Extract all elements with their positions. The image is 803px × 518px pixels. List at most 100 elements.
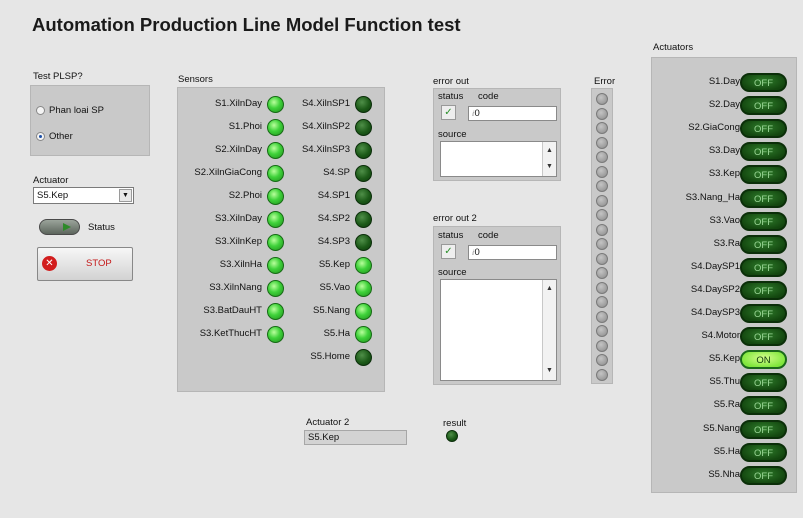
actuator-toggle-s4-daysp1[interactable]: OFF: [740, 257, 787, 277]
actuator-row-s3-nang-ha: S3.Nang_Ha OFF: [652, 188, 800, 209]
error-led: [596, 165, 608, 178]
actuator-label-s3-day: S3.Day: [708, 145, 740, 157]
error-led: [596, 325, 608, 337]
error-led: [596, 93, 608, 105]
status-check-icon: ✓: [441, 244, 456, 259]
sensor-label-s5-vao: S5.Vao: [319, 282, 350, 293]
status-toggle[interactable]: [39, 219, 80, 235]
error-out-2-status-label: status: [438, 230, 464, 241]
stop-button[interactable]: ✕ STOP: [37, 247, 133, 281]
error-out-source-scrollbar[interactable]: ▲ ▼: [542, 142, 556, 176]
sensor-led-s3-xilnday: [267, 211, 284, 228]
chevron-down-icon[interactable]: ▼: [119, 189, 132, 202]
actuator-row-s1-day: S1.Day OFF: [652, 73, 800, 93]
sensor-led-s1-phoi: [267, 119, 284, 136]
actuator-row-s4-motor: S4.Motor OFF: [652, 327, 800, 347]
error-out-source-label: source: [438, 129, 467, 140]
error-out-2-code-field[interactable]: ⅈ0: [468, 245, 557, 260]
actuator-toggle-s5-ha[interactable]: OFF: [740, 442, 787, 462]
scroll-down-icon[interactable]: ▼: [546, 160, 553, 174]
actuator-label-s3-kep: S3.Kep: [708, 168, 740, 180]
actuator-label-s2-day: S2.Day: [708, 99, 740, 111]
actuator-label-s3-nang-ha: S3.Nang_Ha: [685, 191, 740, 203]
sensor-label-s3-batdauht: S3.BatDauHT: [203, 305, 262, 316]
sensor-led-s5-ha: [355, 326, 372, 343]
sensor-label-s3-xilnha: S3.XilnHa: [219, 259, 262, 270]
sensor-led-s5-kep: [355, 257, 372, 274]
actuator-toggle-s3-nang-ha[interactable]: OFF: [740, 188, 787, 208]
radio-circle-selected-icon[interactable]: [36, 132, 45, 141]
actuator-row-s3-ra: S3.Ra OFF: [652, 234, 800, 255]
sensor-label-s2-xilnday: S2.XilnDay: [215, 144, 262, 155]
error-out-code-field[interactable]: ⅈ0: [468, 106, 557, 121]
actuator-toggle-s3-day[interactable]: OFF: [740, 142, 787, 162]
sensor-led-s4-sp3: [355, 234, 372, 251]
error-led: [596, 296, 608, 308]
result-led: [446, 430, 458, 442]
test-plsp-label: Test PLSP?: [33, 71, 83, 82]
actuator-row-s5-nang: S5.Nang OFF: [652, 419, 800, 440]
actuator-toggle-s2-giacong[interactable]: OFF: [740, 119, 787, 139]
sensor-led-s4-xilnsp3: [355, 142, 372, 159]
actuator-toggle-s3-ra[interactable]: OFF: [740, 234, 787, 254]
error-out-2-source-label: source: [438, 267, 467, 278]
actuator-row-s4-daysp1: S4.DaySP1 OFF: [652, 257, 800, 278]
error-led: [596, 354, 608, 366]
play-icon: [63, 223, 71, 231]
error-out-source-field[interactable]: ▲ ▼: [440, 141, 557, 177]
actuator-select-value: S5.Kep: [37, 190, 69, 201]
actuator-toggle-s3-vao[interactable]: OFF: [740, 211, 787, 231]
sensor-led-s3-ketthucht: [267, 326, 284, 343]
actuator-toggle-s3-kep[interactable]: OFF: [740, 165, 787, 185]
actuator-toggle-s2-day[interactable]: OFF: [740, 96, 787, 116]
actuator-row-s2-giacong: S2.GiaCong OFF: [652, 119, 800, 139]
error-out-2-source-scrollbar[interactable]: ▲ ▼: [542, 280, 556, 380]
actuator-row-s5-thu: S5.Thu OFF: [652, 373, 800, 393]
sensor-label-s5-home: S5.Home: [310, 351, 350, 362]
test-plsp-radio-group: Phan loai SP Other: [30, 85, 150, 156]
actuator-row-s5-ha: S5.Ha OFF: [652, 442, 800, 463]
actuator-toggle-s5-nang[interactable]: OFF: [740, 419, 787, 439]
actuator-toggle-s5-ra[interactable]: OFF: [740, 396, 787, 416]
actuator-toggle-s4-daysp2[interactable]: OFF: [740, 280, 787, 300]
actuator-label-s2-giacong: S2.GiaCong: [688, 122, 740, 134]
error-led: [596, 107, 608, 120]
stop-button-label: STOP: [86, 258, 112, 269]
sensor-led-s4-sp1: [355, 188, 372, 205]
sensor-label-s4-sp: S4.SP: [323, 167, 350, 178]
actuator-row-s5-nha: S5.Nha OFF: [652, 465, 800, 486]
error-out-2-cluster: status code ✓ ⅈ0 source ▲ ▼: [433, 226, 561, 385]
error-out-2-source-field[interactable]: ▲ ▼: [440, 279, 557, 381]
error-out-2-label: error out 2: [433, 213, 477, 224]
sensor-led-s5-vao: [355, 280, 372, 297]
status-check-icon: ✓: [441, 105, 456, 120]
actuator-2-value: S5.Kep: [308, 432, 340, 443]
scroll-up-icon[interactable]: ▲: [546, 282, 553, 296]
actuator-toggle-s5-kep[interactable]: ON: [740, 350, 787, 370]
actuator-toggle-s1-day[interactable]: OFF: [740, 73, 787, 92]
actuator-label-s5-nang: S5.Nang: [703, 422, 740, 434]
error-led: [596, 339, 608, 352]
sensors-label: Sensors: [178, 74, 213, 85]
sensor-label-s4-sp2: S4.SP2: [317, 213, 350, 224]
actuators-label: Actuators: [653, 42, 694, 53]
error-out-label: error out: [433, 76, 469, 87]
actuator-toggle-s5-nha[interactable]: OFF: [740, 465, 787, 485]
sensor-label-s4-sp3: S4.SP3: [317, 236, 350, 247]
radio-circle-icon[interactable]: [36, 106, 45, 115]
sensor-label-s3-xilnday: S3.XilnDay: [215, 213, 262, 224]
error-led: [596, 209, 608, 221]
actuator-select[interactable]: S5.Kep ▼: [33, 187, 134, 204]
scroll-up-icon[interactable]: ▲: [546, 144, 553, 158]
actuator-toggle-s5-thu[interactable]: OFF: [740, 373, 787, 393]
sensor-label-s4-xilnsp3: S4.XilnSP3: [301, 144, 350, 155]
actuator-toggle-s4-daysp3[interactable]: OFF: [740, 304, 787, 323]
error-led: [596, 310, 608, 323]
sensor-label-s4-xilnsp1: S4.XilnSP1: [301, 98, 350, 109]
actuator-label-s4-daysp3: S4.DaySP3: [690, 307, 740, 318]
actuator-toggle-s4-motor[interactable]: OFF: [740, 327, 787, 347]
sensor-led-s4-sp: [355, 165, 372, 182]
sensor-led-s2-xilnday: [267, 142, 284, 159]
actuator-label-s4-daysp1: S4.DaySP1: [690, 260, 740, 272]
scroll-down-icon[interactable]: ▼: [546, 364, 553, 378]
